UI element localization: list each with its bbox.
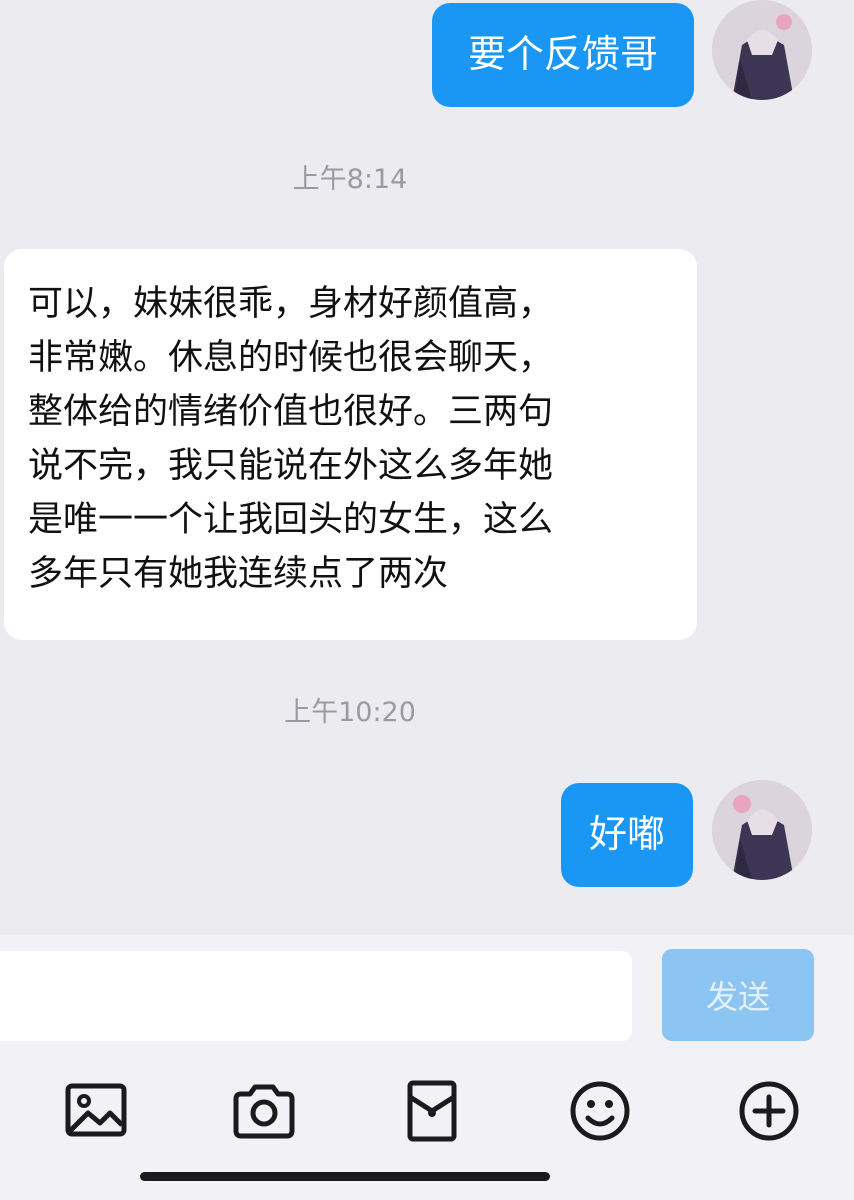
home-indicator[interactable] <box>140 1172 550 1181</box>
emoji-icon[interactable] <box>564 1075 636 1147</box>
outgoing-message-bubble[interactable]: 要个反馈哥 <box>432 3 694 107</box>
outgoing-message-bubble[interactable]: 好嘟 <box>561 783 693 887</box>
message-text-line: 多年只有她我连续点了两次 <box>28 554 449 594</box>
send-button[interactable]: 发送 <box>662 949 814 1041</box>
message-timestamp: 上午8:14 <box>292 164 408 195</box>
avatar[interactable] <box>712 780 812 880</box>
message-text: 要个反馈哥 <box>467 32 658 77</box>
message-text-line: 非常嫩。休息的时候也很会聊天， <box>28 338 554 378</box>
message-text: 好嘟 <box>588 812 665 857</box>
plus-icon[interactable] <box>733 1075 805 1147</box>
message-timestamp: 上午10:20 <box>284 697 416 728</box>
incoming-message-bubble[interactable]: 可以，妹妹很乖，身材好颜值高， 非常嫩。休息的时候也很会聊天， 整体给的情绪价值… <box>4 249 697 640</box>
message-input[interactable] <box>0 951 632 1041</box>
red-envelope-icon[interactable] <box>396 1075 468 1147</box>
chat-toolbar <box>0 1055 854 1200</box>
message-text-line: 说不完，我只能说在外这么多年她 <box>28 446 554 486</box>
message-input-bar: 发送 <box>0 935 854 1055</box>
message-text-line: 是唯一一个让我回头的女生，这么 <box>28 500 554 540</box>
message-list[interactable]: 要个反馈哥 上午8:14 可以，妹妹很乖，身材好颜值高， 非常嫩。休息的时候也很… <box>0 0 854 935</box>
camera-icon[interactable] <box>228 1075 300 1147</box>
chat-screen: 要个反馈哥 上午8:14 可以，妹妹很乖，身材好颜值高， 非常嫩。休息的时候也很… <box>0 0 854 1200</box>
image-icon[interactable] <box>60 1075 132 1147</box>
message-text-line: 整体给的情绪价值也很好。三两句 <box>28 392 554 432</box>
avatar[interactable] <box>712 0 812 100</box>
send-button-label: 发送 <box>705 978 770 1016</box>
message-text-line: 可以，妹妹很乖，身材好颜值高， <box>28 284 554 324</box>
